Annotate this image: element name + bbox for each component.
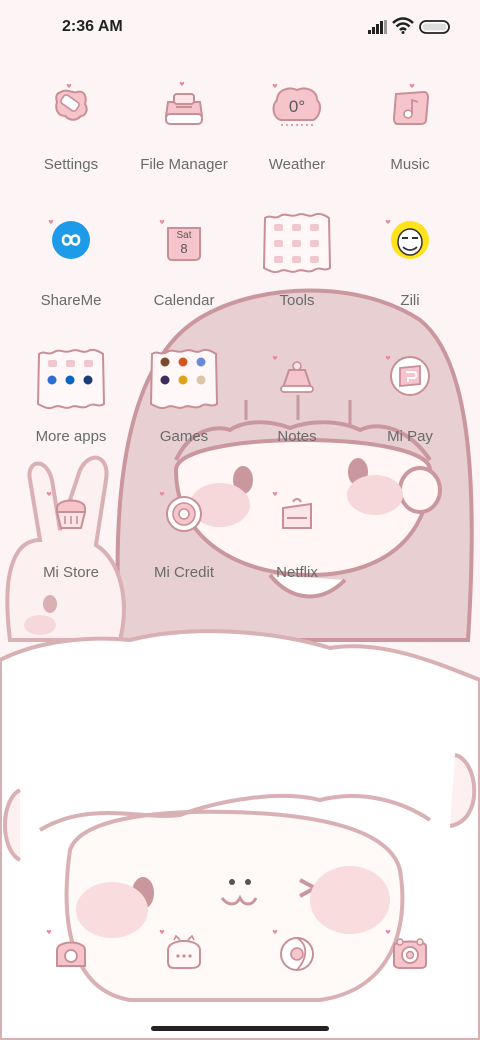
app-label: Zili <box>400 292 420 309</box>
app-label: File Manager <box>140 156 228 173</box>
notes-icon <box>267 352 327 412</box>
app-mi-credit[interactable]: Mi Credit <box>127 488 241 598</box>
app-label: Mi Store <box>43 564 99 581</box>
folder-icon <box>147 346 221 414</box>
app-calendar[interactable]: Sat 8 Calendar <box>127 216 241 326</box>
dock-messages[interactable] <box>127 926 241 986</box>
app-mi-store[interactable]: Mi Store <box>14 488 128 598</box>
app-label: Calendar <box>153 292 215 309</box>
music-icon <box>380 80 440 140</box>
app-label: Games <box>159 428 209 445</box>
folder-tools[interactable]: Tools <box>240 212 354 326</box>
app-zili[interactable]: Zili <box>353 216 467 326</box>
calendar-date: 8 <box>180 241 187 256</box>
battery-icon <box>419 20 450 34</box>
mi-pay-icon <box>380 352 440 412</box>
dock-camera[interactable] <box>353 926 467 986</box>
folder-more-apps[interactable]: More apps <box>14 348 128 462</box>
app-label: Mi Pay <box>387 428 433 445</box>
app-netflix[interactable]: Netflix <box>240 488 354 598</box>
folder-games[interactable]: Games <box>127 348 241 462</box>
zili-icon <box>380 216 440 276</box>
calendar-day: Sat <box>176 230 191 241</box>
mi-store-icon <box>41 488 101 548</box>
mi-credit-icon <box>154 488 214 548</box>
dock-browser[interactable] <box>240 926 354 986</box>
app-music[interactable]: Music <box>353 80 467 190</box>
dock-phone[interactable] <box>14 926 128 986</box>
browser-icon <box>267 926 327 986</box>
app-label: Weather <box>268 156 326 173</box>
app-notes[interactable]: Notes <box>240 352 354 462</box>
app-label: Netflix <box>276 564 318 581</box>
app-label: Mi Credit <box>153 564 214 581</box>
app-settings[interactable]: Settings <box>14 80 128 190</box>
home-indicator-bar[interactable] <box>151 1026 329 1031</box>
signal-icon <box>368 20 387 34</box>
folder-icon <box>260 210 334 278</box>
app-weather[interactable]: 0° Weather <box>240 80 354 190</box>
app-label: Music <box>390 156 430 173</box>
settings-icon <box>41 80 101 140</box>
app-label: Notes <box>277 428 317 445</box>
phone-icon <box>41 926 101 986</box>
app-label: ShareMe <box>40 292 102 309</box>
wifi-icon <box>392 17 414 34</box>
camera-icon <box>380 926 440 986</box>
app-shareme[interactable]: ShareMe <box>14 216 128 326</box>
status-time: 2:36 AM <box>62 18 123 35</box>
app-grid: Settings File Manager 0° Weather Music S… <box>0 0 480 1040</box>
app-mi-pay[interactable]: Mi Pay <box>353 352 467 462</box>
netflix-icon <box>267 488 327 548</box>
messages-icon <box>154 926 214 986</box>
file-manager-icon <box>154 80 214 140</box>
app-label: More apps <box>35 428 107 445</box>
dock <box>0 926 480 986</box>
app-label: Tools <box>279 292 315 309</box>
folder-icon <box>34 346 108 414</box>
app-label: Settings <box>43 156 99 173</box>
weather-temp: 0° <box>289 97 305 116</box>
shareme-icon <box>41 216 101 276</box>
status-bar: 2:36 AM <box>0 0 480 56</box>
weather-icon: 0° <box>267 80 327 140</box>
app-file-manager[interactable]: File Manager <box>127 80 241 190</box>
calendar-icon: Sat 8 <box>154 216 214 276</box>
